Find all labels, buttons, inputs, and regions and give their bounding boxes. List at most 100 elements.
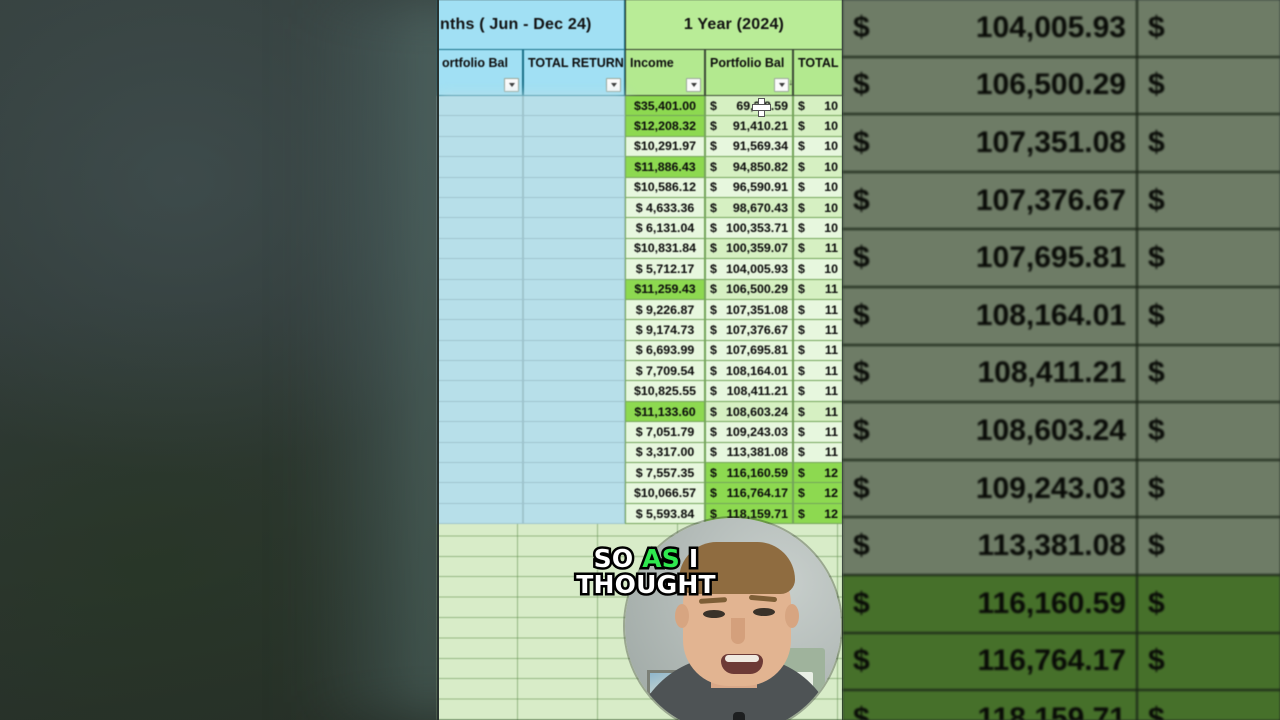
column-header-total-return-blue[interactable]: TOTAL RETURN (523, 50, 625, 96)
cell-portfolio-bal-blue[interactable] (437, 503, 523, 525)
cell-total-return[interactable]: $10 (793, 218, 843, 239)
cell-income[interactable]: $ 3,317.00 (625, 442, 705, 464)
cell-portfolio-bal[interactable]: $69,2 8.59 (705, 96, 793, 117)
cell-portfolio-bal[interactable]: $98,670.43 (705, 197, 793, 219)
cell-income[interactable]: $11,886.43 (625, 157, 705, 178)
cell-portfolio-bal[interactable]: $104,005.93 (705, 259, 793, 280)
cell-income[interactable]: $10,066.57 (625, 483, 705, 504)
cell-portfolio-bal[interactable]: $91,410.21 (705, 116, 793, 137)
cell-portfolio-bal-blue[interactable] (437, 442, 523, 464)
cell-income[interactable]: $10,831.84 (625, 238, 705, 260)
table-row[interactable]: $ 7,709.54 $108,164.01 $11 (437, 361, 843, 382)
cell-total-return-blue[interactable] (523, 218, 625, 239)
cell-portfolio-bal[interactable]: $107,351.08 (705, 299, 793, 321)
table-row[interactable]: $ 9,174.73 $107,376.67 $11 (437, 320, 843, 341)
cell-total-return-blue[interactable] (523, 116, 625, 137)
cell-portfolio-bal-blue[interactable] (437, 96, 523, 117)
cell-portfolio-bal-blue[interactable] (437, 259, 523, 280)
cell-portfolio-bal-blue[interactable] (437, 177, 523, 198)
table-row[interactable]: $11,133.60 $108,603.24 $11 (437, 401, 843, 423)
table-row[interactable]: $ 7,051.79 $109,243.03 $11 (437, 422, 843, 443)
cell-income[interactable]: $ 4,633.36 (625, 197, 705, 219)
cell-portfolio-bal-blue[interactable] (437, 279, 523, 300)
cell-portfolio-bal-blue[interactable] (437, 422, 523, 443)
cell-income[interactable]: $ 6,693.99 (625, 340, 705, 362)
cell-income[interactable]: $ 7,557.35 (625, 463, 705, 484)
cell-total-return[interactable]: $11 (793, 340, 843, 362)
cell-portfolio-bal[interactable]: $94,850.82 (705, 157, 793, 178)
cell-total-return-blue[interactable] (523, 340, 625, 362)
column-header-total-return[interactable]: TOTAL R (793, 50, 843, 96)
cell-income[interactable]: $10,825.55 (625, 381, 705, 402)
table-row[interactable]: $11,886.43 $94,850.82 $10 (437, 157, 843, 178)
cell-portfolio-bal-blue[interactable] (437, 136, 523, 158)
cell-total-return-blue[interactable] (523, 422, 625, 443)
cell-income[interactable]: $ 5,712.17 (625, 259, 705, 280)
table-row[interactable]: $ 7,557.35 $116,160.59 $12 (437, 463, 843, 484)
cell-portfolio-bal-blue[interactable] (437, 197, 523, 219)
table-row[interactable]: $ 5,712.17 $104,005.93 $10 (437, 259, 843, 280)
cell-portfolio-bal[interactable]: $116,160.59 (705, 463, 793, 484)
cell-total-return[interactable]: $10 (793, 116, 843, 137)
cell-total-return[interactable]: $12 (793, 483, 843, 504)
cell-total-return-blue[interactable] (523, 238, 625, 260)
cell-total-return[interactable]: $10 (793, 197, 843, 219)
cell-income[interactable]: $11,133.60 (625, 401, 705, 423)
cell-portfolio-bal[interactable]: $109,243.03 (705, 422, 793, 443)
cell-total-return-blue[interactable] (523, 197, 625, 219)
table-row[interactable]: $11,259.43 $106,500.29 $11 (437, 279, 843, 300)
cell-portfolio-bal[interactable]: $107,376.67 (705, 320, 793, 341)
column-header-portfolio-bal-blue[interactable]: ortfolio Bal (437, 50, 523, 96)
cell-total-return-blue[interactable] (523, 320, 625, 341)
column-header-income[interactable]: Income (625, 50, 705, 96)
cell-total-return[interactable]: $10 (793, 96, 843, 117)
cell-total-return-blue[interactable] (523, 177, 625, 198)
column-header-portfolio-bal[interactable]: Portfolio Bal (705, 50, 793, 96)
cell-income[interactable]: $11,259.43 (625, 279, 705, 300)
cell-total-return[interactable]: $10 (793, 177, 843, 198)
table-row[interactable]: $12,208.32 $91,410.21 $10 (437, 116, 843, 137)
cell-portfolio-bal-blue[interactable] (437, 320, 523, 341)
cell-portfolio-bal[interactable]: $108,411.21 (705, 381, 793, 402)
cell-income[interactable]: $ 7,709.54 (625, 361, 705, 382)
cell-portfolio-bal[interactable]: $100,353.71 (705, 218, 793, 239)
filter-dropdown-icon[interactable] (606, 78, 621, 92)
cell-income[interactable]: $10,586.12 (625, 177, 705, 198)
table-row[interactable]: $10,831.84 $100,359.07 $11 (437, 238, 843, 260)
cell-portfolio-bal-blue[interactable] (437, 157, 523, 178)
table-row[interactable]: $ 6,693.99 $107,695.81 $11 (437, 340, 843, 362)
table-row[interactable]: $10,586.12 $96,590.91 $10 (437, 177, 843, 198)
table-row[interactable]: $ 3,317.00 $113,381.08 $11 (437, 442, 843, 464)
cell-total-return-blue[interactable] (523, 401, 625, 423)
cell-portfolio-bal[interactable]: $108,603.24 (705, 401, 793, 423)
filter-dropdown-sorted-icon[interactable] (774, 77, 792, 92)
cell-portfolio-bal[interactable]: $100,359.07 (705, 238, 793, 260)
cell-total-return[interactable]: $10 (793, 259, 843, 280)
table-row[interactable]: $10,066.57 $116,764.17 $12 (437, 483, 843, 504)
table-row[interactable]: $ 6,131.04 $100,353.71 $10 (437, 218, 843, 239)
table-row[interactable]: $35,401.00 $69,2 8.59 $10 (437, 96, 843, 117)
cell-portfolio-bal-blue[interactable] (437, 381, 523, 402)
cell-portfolio-bal-blue[interactable] (437, 238, 523, 260)
cell-income[interactable]: $ 6,131.04 (625, 218, 705, 239)
cell-total-return[interactable]: $11 (793, 320, 843, 341)
cell-total-return-blue[interactable] (523, 136, 625, 158)
cell-portfolio-bal-blue[interactable] (437, 299, 523, 321)
cell-portfolio-bal[interactable]: $113,381.08 (705, 442, 793, 464)
filter-dropdown-icon[interactable] (504, 78, 519, 92)
cell-portfolio-bal-blue[interactable] (437, 218, 523, 239)
table-row[interactable]: $10,291.97 $91,569.34 $10 (437, 136, 843, 158)
cell-total-return-blue[interactable] (523, 299, 625, 321)
cell-total-return-blue[interactable] (523, 279, 625, 300)
cell-total-return-blue[interactable] (523, 483, 625, 504)
cell-total-return[interactable]: $11 (793, 299, 843, 321)
cell-portfolio-bal[interactable]: $116,764.17 (705, 483, 793, 504)
cell-portfolio-bal-blue[interactable] (437, 340, 523, 362)
cell-total-return[interactable]: $10 (793, 136, 843, 158)
cell-total-return-blue[interactable] (523, 463, 625, 484)
cell-portfolio-bal-blue[interactable] (437, 116, 523, 137)
cell-total-return[interactable]: $11 (793, 422, 843, 443)
cell-portfolio-bal-blue[interactable] (437, 361, 523, 382)
cell-income[interactable]: $ 7,051.79 (625, 422, 705, 443)
cell-portfolio-bal[interactable]: $91,569.34 (705, 136, 793, 158)
